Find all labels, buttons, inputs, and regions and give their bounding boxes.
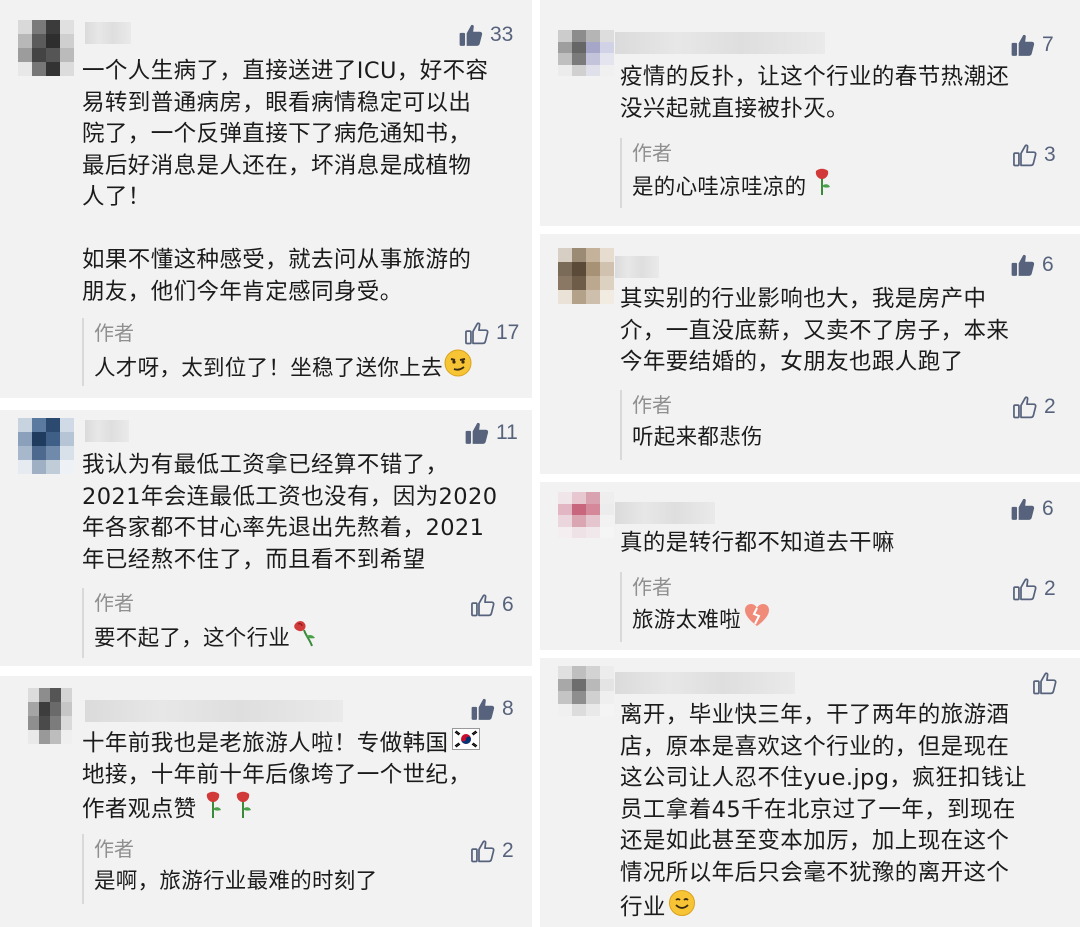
reply-like-button[interactable]: 2 (1012, 574, 1056, 604)
commenter-name-blurred (615, 256, 659, 278)
reply-author-label: 作者 (94, 321, 134, 345)
author-reply: 作者 是的心哇凉哇凉的 3 (620, 138, 1060, 208)
reply-author-label: 作者 (632, 575, 672, 599)
thumbs-up-icon (470, 696, 496, 722)
reply-text: 要不起了，这个行业 (94, 618, 522, 660)
commenter-name-blurred (85, 700, 343, 722)
comment-text: 一个人生病了，直接送进了ICU，好不容 易转到普通病房，眼看病情稳定可以出 院了… (82, 58, 489, 305)
reply-like-button[interactable]: 2 (470, 836, 514, 866)
author-reply: 作者 人才呀，太到位了！坐稳了送你上去 17 (82, 318, 522, 386)
reply-like-count: 3 (1044, 143, 1056, 166)
thumbs-up-outline-icon (1012, 394, 1038, 420)
reply-text: 是啊，旅游行业最难的时刻了 (94, 869, 378, 894)
south-korea-flag-icon (452, 728, 481, 760)
author-reply: 作者 是啊，旅游行业最难的时刻了 2 (82, 834, 522, 904)
reply-author-label: 作者 (632, 393, 672, 417)
thumbs-up-outline-icon (470, 838, 496, 864)
wilted-rose-icon (290, 618, 318, 660)
thumbs-up-outline-icon (464, 320, 490, 346)
commenter-name-blurred (615, 32, 825, 54)
thumbs-up-icon (1010, 496, 1036, 522)
reply-like-button[interactable]: 6 (470, 590, 514, 620)
reply-like-count: 2 (502, 839, 514, 862)
like-count: 11 (496, 421, 518, 444)
comment-text: 疫情的反扑，让这个行业的春节热潮还 没兴起就直接被扑灭。 (620, 64, 1010, 122)
comment-card: 11 我认为有最低工资拿已经算不错了， 2021年会连最低工资也没有，因为202… (0, 410, 532, 666)
like-button[interactable]: 6 (1010, 250, 1054, 280)
comment-card: 33 一个人生病了，直接送进了ICU，好不容 易转到普通病房，眼看病情稳定可以出… (0, 0, 532, 398)
commenter-name-blurred (615, 672, 795, 694)
avatar[interactable] (558, 666, 614, 716)
reply-text: 人才呀，太到位了！坐稳了送你上去 (94, 348, 522, 390)
reply-like-button[interactable]: 3 (1012, 140, 1056, 170)
reply-like-count: 2 (1044, 577, 1056, 600)
author-reply: 作者 旅游太难啦 2 (620, 572, 1060, 642)
like-count: 8 (502, 697, 514, 720)
like-count: 7 (1042, 33, 1054, 56)
comment-card: 7 疫情的反扑，让这个行业的春节热潮还 没兴起就直接被扑灭。 作者 是的心哇凉哇… (540, 0, 1080, 226)
reply-author-label: 作者 (94, 837, 134, 861)
reply-text: 是的心哇凉哇凉的 (632, 168, 1060, 208)
thumbs-up-outline-icon (1012, 576, 1038, 602)
comment-text: 离开，毕业快三年，干了两年的旅游酒 店，原本是喜欢这个行业的，但是现在 这公司让… (620, 700, 1027, 927)
like-button[interactable]: 7 (1010, 30, 1054, 60)
comment-card: 离开，毕业快三年，干了两年的旅游酒 店，原本是喜欢这个行业的，但是现在 这公司让… (540, 658, 1080, 927)
rose-icon (812, 168, 832, 208)
reply-like-count: 6 (502, 593, 514, 616)
comment-text: 其实别的行业影响也大，我是房产中 介，一直没底薪，又卖不了房子，本来 今年要结婚… (620, 286, 1010, 375)
smirk-emoji-icon (443, 348, 473, 390)
like-button[interactable]: 11 (464, 418, 518, 448)
rose-icon (233, 791, 253, 829)
avatar[interactable] (558, 30, 614, 76)
commenter-name-blurred (85, 420, 129, 442)
avatar[interactable] (18, 20, 74, 76)
commenter-name-blurred (615, 502, 715, 524)
comment-text: 真的是转行都不知道去干嘛 (620, 530, 895, 556)
comment-text: 十年前我也是老旅游人啦！专做韩国 地接，十年前十年后像垮了一个世纪， 作者观点赞 (82, 728, 481, 829)
author-reply: 作者 要不起了，这个行业 6 (82, 588, 522, 658)
smile-emoji-icon (668, 889, 696, 927)
broken-heart-icon (743, 602, 771, 640)
like-button[interactable] (1032, 668, 1064, 698)
thumbs-up-icon (464, 420, 490, 446)
thumbs-up-icon (458, 22, 484, 48)
like-button[interactable]: 33 (458, 20, 513, 50)
thumbs-up-outline-icon (1012, 142, 1038, 168)
reply-like-count: 2 (1044, 395, 1056, 418)
thumbs-up-outline-icon (1032, 670, 1058, 696)
rose-icon (203, 791, 223, 829)
comment-card: 6 真的是转行都不知道去干嘛 作者 旅游太难啦 2 (540, 482, 1080, 650)
reply-like-count: 17 (496, 321, 520, 344)
like-count: 6 (1042, 497, 1054, 520)
avatar[interactable] (558, 248, 614, 304)
commenter-name-blurred (85, 22, 131, 44)
reply-author-label: 作者 (94, 591, 134, 615)
comment-card: 6 其实别的行业影响也大，我是房产中 介，一直没底薪，又卖不了房子，本来 今年要… (540, 234, 1080, 474)
like-button[interactable]: 8 (470, 694, 514, 724)
comment-text: 我认为有最低工资拿已经算不错了， 2021年会连最低工资也没有，因为2020 年… (82, 452, 498, 573)
thumbs-up-outline-icon (470, 592, 496, 618)
avatar[interactable] (28, 688, 72, 744)
like-button[interactable]: 6 (1010, 494, 1054, 524)
like-count: 33 (490, 23, 514, 46)
thumbs-up-icon (1010, 252, 1036, 278)
thumbs-up-icon (1010, 32, 1036, 58)
reply-author-label: 作者 (632, 141, 672, 165)
reply-text: 旅游太难啦 (632, 602, 1060, 640)
author-reply: 作者 听起来都悲伤 2 (620, 390, 1060, 460)
reply-like-button[interactable]: 17 (464, 318, 519, 348)
avatar[interactable] (18, 418, 74, 474)
reply-text: 听起来都悲伤 (632, 425, 763, 450)
reply-like-button[interactable]: 2 (1012, 392, 1056, 422)
like-count: 6 (1042, 253, 1054, 276)
avatar[interactable] (558, 492, 614, 538)
comment-card: 8 十年前我也是老旅游人啦！专做韩国 地接，十年前十年后像垮了一个世纪， 作者观… (0, 676, 532, 927)
